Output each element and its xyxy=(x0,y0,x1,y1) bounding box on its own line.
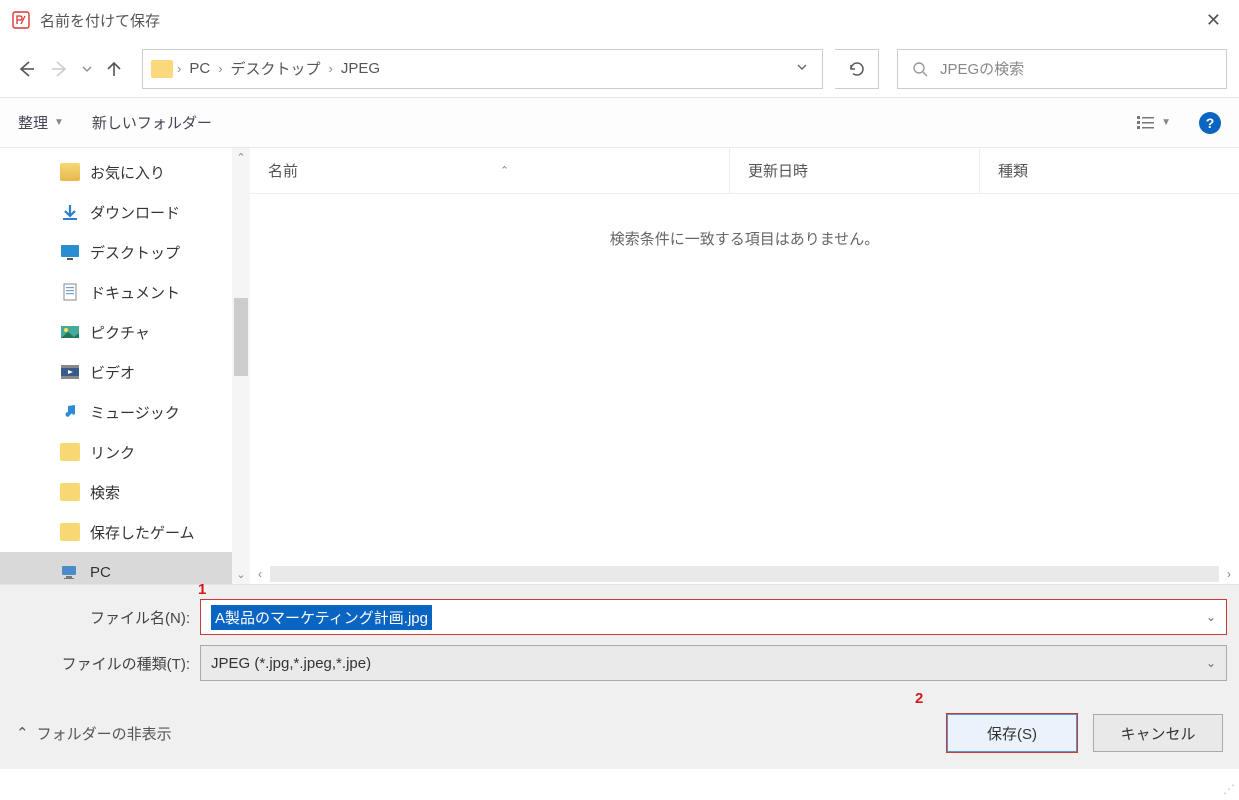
sidebar-item-pictures[interactable]: ピクチャ xyxy=(0,312,250,352)
folder-icon xyxy=(151,60,173,78)
nav-row: › PC › デスクトップ › JPEG JPEGの検索 xyxy=(0,40,1239,98)
filetype-select[interactable]: JPEG (*.jpg,*.jpeg,*.jpe) ⌄ xyxy=(200,645,1227,681)
filename-dropdown-icon[interactable]: ⌄ xyxy=(1206,610,1216,624)
scroll-down-icon[interactable]: ⌄ xyxy=(236,565,245,584)
titlebar: 名前を付けて保存 ✕ xyxy=(0,0,1239,40)
sidebar-item-downloads[interactable]: ダウンロード xyxy=(0,192,250,232)
sidebar-item-saved-games[interactable]: 保存したゲーム xyxy=(0,512,250,552)
sidebar-item-favorites[interactable]: お気に入り xyxy=(0,152,250,192)
column-name[interactable]: 名前⌃ xyxy=(250,148,730,193)
organize-menu[interactable]: 整理 ▼ xyxy=(18,112,64,133)
search-input[interactable]: JPEGの検索 xyxy=(897,49,1227,89)
refresh-button[interactable] xyxy=(835,49,879,89)
sort-indicator-icon: ⌃ xyxy=(500,164,509,177)
filename-value: A製品のマーケティング計画.jpg xyxy=(211,605,432,630)
save-fields: 1 ファイル名(N): A製品のマーケティング計画.jpg ⌄ ファイルの種類(… xyxy=(0,584,1239,697)
sidebar-item-links[interactable]: リンク xyxy=(0,432,250,472)
sidebar-item-music[interactable]: ミュージック xyxy=(0,392,250,432)
chevron-right-icon: › xyxy=(329,61,333,76)
file-list-area: 名前⌃ 更新日時 種類 検索条件に一致する項目はありません。 ‹ › xyxy=(250,148,1239,584)
chevron-right-icon: › xyxy=(218,61,222,76)
sidebar-item-desktop[interactable]: デスクトップ xyxy=(0,232,250,272)
horizontal-scrollbar[interactable]: ‹ › xyxy=(250,564,1239,584)
sidebar-item-videos[interactable]: ビデオ xyxy=(0,352,250,392)
search-folder-icon xyxy=(60,483,80,501)
help-icon[interactable]: ? xyxy=(1199,112,1221,134)
scroll-up-icon[interactable]: ⌃ xyxy=(236,148,245,167)
links-icon xyxy=(60,443,80,461)
hide-folders-button[interactable]: ⌃ フォルダーの非表示 xyxy=(16,723,172,744)
caret-down-icon: ▼ xyxy=(54,117,64,128)
download-icon xyxy=(60,203,80,221)
search-placeholder: JPEGの検索 xyxy=(940,58,1024,79)
app-pdf-icon xyxy=(12,11,30,29)
breadcrumb[interactable]: › PC › デスクトップ › JPEG xyxy=(142,49,823,89)
nav-up-icon[interactable] xyxy=(100,55,128,83)
filename-label: ファイル名(N): xyxy=(12,607,200,628)
resize-grip-icon[interactable]: ⋰ xyxy=(1223,782,1235,796)
filetype-dropdown-icon[interactable]: ⌄ xyxy=(1206,656,1216,670)
chevron-up-icon: ⌃ xyxy=(16,724,29,742)
annotation-2: 2 xyxy=(915,690,923,707)
view-options-button[interactable]: ▼ xyxy=(1137,115,1171,131)
new-folder-button[interactable]: 新しいフォルダー xyxy=(92,112,212,133)
breadcrumb-jpeg[interactable]: JPEG xyxy=(335,60,386,77)
sidebar-scrollbar[interactable]: ⌃ ⌄ xyxy=(232,148,250,584)
caret-down-icon: ▼ xyxy=(1161,117,1171,128)
video-icon xyxy=(60,363,80,381)
breadcrumb-desktop[interactable]: デスクトップ xyxy=(225,58,327,79)
scroll-right-icon[interactable]: › xyxy=(1219,567,1239,581)
window-title: 名前を付けて保存 xyxy=(40,10,1200,31)
music-icon xyxy=(60,403,80,421)
sidebar-item-pc[interactable]: PC xyxy=(0,552,250,584)
hscroll-track[interactable] xyxy=(270,566,1219,582)
column-type[interactable]: 種類 xyxy=(980,148,1239,193)
cancel-button[interactable]: キャンセル xyxy=(1093,714,1223,752)
save-button[interactable]: 保存(S) xyxy=(947,714,1077,752)
toolbar: 整理 ▼ 新しいフォルダー ▼ ? xyxy=(0,98,1239,148)
nav-history-dropdown-icon[interactable] xyxy=(80,55,94,83)
nav-forward-icon xyxy=(46,55,74,83)
annotation-1: 1 xyxy=(198,581,206,598)
close-icon[interactable]: ✕ xyxy=(1200,10,1227,31)
scroll-left-icon[interactable]: ‹ xyxy=(250,567,270,581)
filetype-label: ファイルの種類(T): xyxy=(12,653,200,674)
saved-games-icon xyxy=(60,523,80,541)
filename-input[interactable]: A製品のマーケティング計画.jpg ⌄ xyxy=(200,599,1227,635)
pc-icon xyxy=(60,563,80,581)
sidebar-item-search[interactable]: 検索 xyxy=(0,472,250,512)
column-headers: 名前⌃ 更新日時 種類 xyxy=(250,148,1239,194)
pictures-icon xyxy=(60,323,80,341)
sidebar-item-documents[interactable]: ドキュメント xyxy=(0,272,250,312)
chevron-right-icon: › xyxy=(177,61,181,76)
scrollbar-thumb[interactable] xyxy=(234,298,248,376)
nav-back-icon[interactable] xyxy=(12,55,40,83)
breadcrumb-pc[interactable]: PC xyxy=(183,60,216,77)
empty-message: 検索条件に一致する項目はありません。 xyxy=(250,194,1239,564)
filetype-value: JPEG (*.jpg,*.jpeg,*.jpe) xyxy=(211,655,371,672)
search-icon xyxy=(912,61,928,77)
column-date[interactable]: 更新日時 xyxy=(730,148,980,193)
sidebar-tree: お気に入り ダウンロード デスクトップ ドキュメント ピクチャ ビデオ ミュージ… xyxy=(0,148,250,584)
breadcrumb-dropdown-icon[interactable] xyxy=(786,60,818,77)
bottom-bar: ⌃ フォルダーの非表示 2 保存(S) キャンセル xyxy=(0,697,1239,769)
desktop-icon xyxy=(60,243,80,261)
document-icon xyxy=(60,283,80,301)
favorites-icon xyxy=(60,163,80,181)
